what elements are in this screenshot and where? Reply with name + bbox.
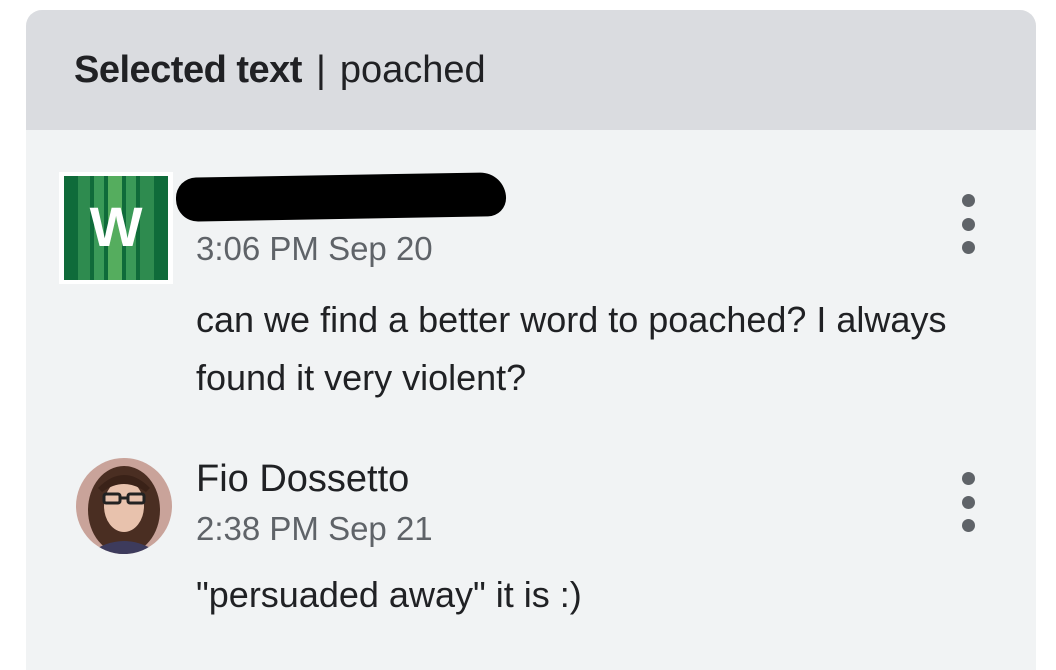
w-logo-graphic: W: [64, 176, 168, 280]
dot: [961, 472, 975, 485]
comment-text: "persuaded away" it is :): [196, 574, 582, 615]
dot: [961, 217, 975, 231]
logo-letter: W: [90, 195, 143, 258]
selected-text-value: poached: [339, 48, 486, 91]
user-photo-avatar: [76, 458, 172, 554]
dot: [961, 519, 975, 532]
header-separator: |: [315, 48, 326, 91]
comment-timestamp: 2:38 PM Sep 21: [196, 510, 433, 547]
comment-timestamp: 3:06 PM Sep 20: [196, 230, 433, 267]
comment-thread-card: Selected text | poached W 3:06 PM Sep 20…: [26, 10, 1036, 670]
comment-text: can we find a better word to poached? I …: [196, 299, 947, 398]
selected-text-label: Selected text: [74, 48, 302, 91]
selected-text-header: Selected text | poached: [26, 10, 1036, 130]
more-options-icon[interactable]: [954, 194, 982, 254]
comment-author: Fio Dossetto: [196, 458, 410, 500]
redacted-author-name: [175, 172, 507, 222]
dot: [961, 194, 975, 207]
more-options-icon[interactable]: [954, 472, 982, 532]
avatar-graphic: [76, 458, 172, 554]
dot: [961, 241, 975, 254]
w-logo-icon: W: [59, 172, 173, 284]
dot: [961, 495, 975, 509]
